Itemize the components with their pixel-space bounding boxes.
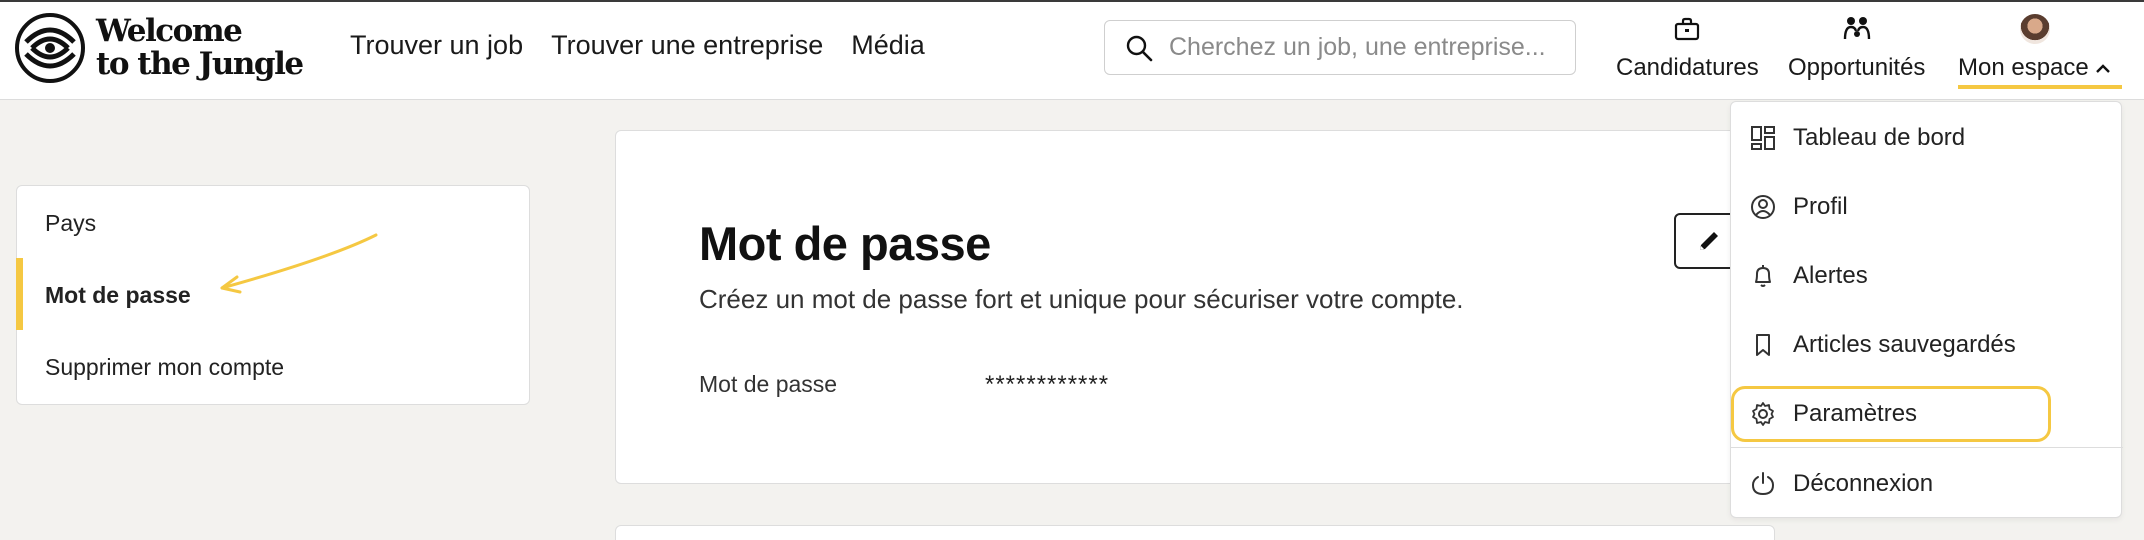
search-bar[interactable] bbox=[1104, 20, 1576, 75]
sidebar-active-indicator bbox=[16, 258, 23, 330]
page-title: Mot de passe bbox=[699, 217, 991, 270]
menu-item-parametres[interactable]: Paramètres bbox=[1749, 394, 1917, 434]
logo-mark-icon bbox=[15, 13, 85, 83]
password-field-label: Mot de passe bbox=[699, 371, 838, 397]
profile-icon bbox=[1749, 193, 1777, 221]
menu-item-tableau-de-bord[interactable]: Tableau de bord bbox=[1749, 118, 1965, 158]
logo-line-2: to the Jungle bbox=[96, 46, 304, 82]
next-section-card bbox=[615, 525, 1775, 540]
sidebar-item-pays[interactable]: Pays bbox=[45, 210, 96, 237]
password-card: Mot de passe Créez un mot de passe fort … bbox=[615, 130, 1775, 484]
menu-item-profil[interactable]: Profil bbox=[1749, 187, 1848, 227]
mon-espace-dropdown: Tableau de bord Profil Alertes Articles … bbox=[1730, 101, 2123, 518]
mon-espace-label: Mon espace bbox=[1958, 54, 2111, 82]
menu-label-articles-sauvegardes: Articles sauvegardés bbox=[1793, 331, 2016, 358]
chevron-up-icon bbox=[2096, 64, 2111, 73]
power-icon bbox=[1749, 470, 1777, 498]
sidebar-item-supprimer-compte[interactable]: Supprimer mon compte bbox=[45, 354, 284, 381]
dashboard-icon bbox=[1749, 124, 1777, 152]
menu-label-deconnexion: Déconnexion bbox=[1793, 470, 1934, 497]
menu-label-parametres: Paramètres bbox=[1793, 400, 1918, 427]
sidebar-item-mot-de-passe[interactable]: Mot de passe bbox=[45, 282, 191, 309]
briefcase-icon bbox=[1672, 14, 1702, 44]
pencil-icon bbox=[1700, 232, 1718, 250]
logo-wordmark: Welcome to the Jungle bbox=[96, 13, 304, 82]
menu-item-alertes[interactable]: Alertes bbox=[1749, 256, 1868, 296]
mon-espace-menu[interactable]: Mon espace bbox=[1958, 14, 2111, 82]
menu-label-profil: Profil bbox=[1793, 193, 1848, 220]
main-nav: Trouver un job Trouver une entreprise Mé… bbox=[350, 30, 925, 61]
menu-label-tableau-de-bord: Tableau de bord bbox=[1793, 124, 1966, 151]
bell-icon bbox=[1749, 262, 1777, 290]
menu-item-deconnexion[interactable]: Déconnexion bbox=[1749, 464, 1933, 504]
search-input[interactable] bbox=[1169, 33, 1569, 62]
page-subtitle: Créez un mot de passe fort et unique pou… bbox=[699, 284, 1464, 314]
opportunites-label: Opportunités bbox=[1788, 54, 1926, 81]
top-header: Welcome to the Jungle Trouver un job Tro… bbox=[0, 0, 2144, 100]
search-icon bbox=[1126, 35, 1153, 61]
candidatures-link[interactable]: Candidatures bbox=[1616, 14, 1759, 82]
menu-divider bbox=[1731, 447, 2123, 448]
bookmark-icon bbox=[1749, 331, 1777, 359]
nav-find-job[interactable]: Trouver un job bbox=[350, 30, 523, 61]
avatar bbox=[2019, 14, 2050, 44]
logo[interactable]: Welcome to the Jungle bbox=[14, 12, 304, 84]
annotation-arrow-icon bbox=[220, 233, 378, 294]
menu-label-alertes: Alertes bbox=[1793, 262, 1868, 289]
nav-media[interactable]: Média bbox=[851, 30, 925, 61]
active-menu-underline bbox=[1958, 85, 2122, 89]
people-icon bbox=[1842, 14, 1872, 44]
gear-icon bbox=[1749, 400, 1777, 428]
nav-find-company[interactable]: Trouver une entreprise bbox=[551, 30, 823, 61]
candidatures-label: Candidatures bbox=[1616, 54, 1759, 81]
opportunites-link[interactable]: Opportunités bbox=[1788, 14, 1925, 82]
password-field-value: ************ bbox=[985, 371, 1110, 398]
menu-item-articles-sauvegardes[interactable]: Articles sauvegardés bbox=[1749, 325, 2016, 365]
logo-line-1: Welcome bbox=[96, 13, 243, 49]
